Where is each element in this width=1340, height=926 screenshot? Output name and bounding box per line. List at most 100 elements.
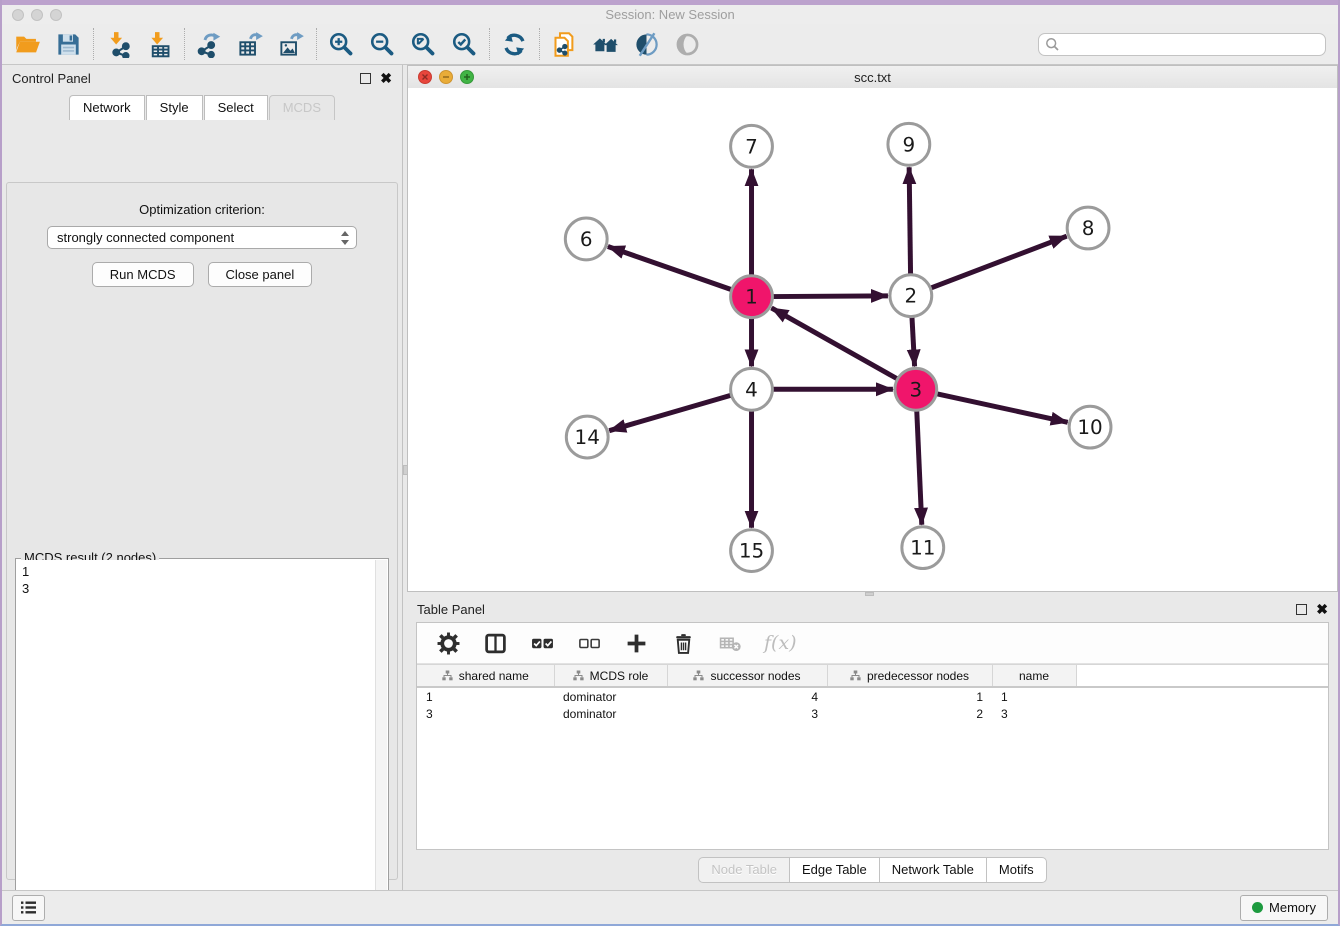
vizmapper-icon[interactable] xyxy=(633,31,660,58)
import-table-icon[interactable] xyxy=(146,31,173,58)
task-list-icon xyxy=(20,900,37,915)
toolbar-separator xyxy=(489,28,490,60)
status-bar: Memory xyxy=(2,890,1338,924)
cell-successor-nodes[interactable]: 3 xyxy=(667,705,827,722)
edge-2-9[interactable] xyxy=(909,167,910,275)
task-history-button[interactable] xyxy=(12,895,45,921)
node-label-10: 10 xyxy=(1077,416,1102,439)
table-panel-title: Table Panel xyxy=(417,602,485,617)
table-panel: Table Panel ✖ xyxy=(407,596,1338,890)
first-neighbors-icon[interactable] xyxy=(592,31,619,58)
tab-select[interactable]: Select xyxy=(204,95,268,120)
tab-node-table[interactable]: Node Table xyxy=(698,857,789,883)
cell-predecessor-nodes[interactable]: 1 xyxy=(827,687,992,705)
tab-edge-table[interactable]: Edge Table xyxy=(789,857,879,883)
node-table: shared nameMCDS role successor nodes prede… xyxy=(417,664,1328,722)
edge-2-8[interactable] xyxy=(930,236,1066,288)
cell-mcds-role[interactable]: dominator xyxy=(554,687,667,705)
cell-name[interactable]: 3 xyxy=(992,705,1076,722)
zoom-fit-icon[interactable] xyxy=(410,31,437,58)
node-label-4: 4 xyxy=(745,378,758,401)
deselect-all-icon[interactable] xyxy=(576,630,603,657)
column-header-shared-name[interactable]: shared name xyxy=(417,665,554,688)
memory-button[interactable]: Memory xyxy=(1240,895,1328,921)
column-header-mcds-role[interactable]: MCDS role xyxy=(554,665,667,688)
gear-icon[interactable] xyxy=(435,630,462,657)
add-icon[interactable] xyxy=(623,630,650,657)
tab-network[interactable]: Network xyxy=(69,95,145,120)
float-panel-icon[interactable] xyxy=(360,73,371,84)
cell-predecessor-nodes[interactable]: 2 xyxy=(827,705,992,722)
zoom-in-icon[interactable] xyxy=(328,31,355,58)
node-label-8: 8 xyxy=(1082,217,1095,240)
column-sort-icon xyxy=(573,670,584,681)
cell-successor-nodes[interactable]: 4 xyxy=(667,687,827,705)
app-window: Session: New Session xyxy=(0,0,1340,926)
node-label-14: 14 xyxy=(575,426,600,449)
node-label-2: 2 xyxy=(904,285,917,308)
refresh-icon[interactable] xyxy=(501,31,528,58)
import-network-icon[interactable] xyxy=(105,31,132,58)
columns-icon[interactable] xyxy=(482,630,509,657)
column-label: successor nodes xyxy=(710,669,800,683)
node-label-9: 9 xyxy=(903,133,916,156)
save-session-icon[interactable] xyxy=(55,31,82,58)
criterion-select[interactable]: strongly connected component xyxy=(47,226,357,249)
edge-1-2[interactable] xyxy=(772,296,888,297)
network-canvas[interactable]: 7968124314101511 xyxy=(408,88,1337,591)
cell-name[interactable]: 1 xyxy=(992,687,1076,705)
main-titlebar: Session: New Session xyxy=(2,5,1338,24)
zoom-out-icon[interactable] xyxy=(369,31,396,58)
window-title: Session: New Session xyxy=(2,7,1338,22)
export-table-icon[interactable] xyxy=(237,31,264,58)
search-input[interactable] xyxy=(1038,33,1326,56)
search-icon xyxy=(1045,37,1060,52)
node-label-15: 15 xyxy=(739,540,764,563)
export-network-icon[interactable] xyxy=(196,31,223,58)
edge-2-3[interactable] xyxy=(912,317,915,367)
toolbar-separator xyxy=(316,28,317,60)
column-header-name[interactable]: name xyxy=(992,665,1076,688)
network-canvas-svg[interactable]: 7968124314101511 xyxy=(408,88,1337,591)
column-header-predecessor-nodes[interactable]: predecessor nodes xyxy=(827,665,992,688)
optimization-criterion-label: Optimization criterion: xyxy=(7,202,397,217)
cell-mcds-role[interactable]: dominator xyxy=(554,705,667,722)
tab-network-table[interactable]: Network Table xyxy=(879,857,986,883)
trash-icon[interactable] xyxy=(670,630,697,657)
network-window-titlebar[interactable]: scc.txt xyxy=(408,66,1337,89)
table-row[interactable]: 1dominator411 xyxy=(417,687,1328,705)
edge-3-1[interactable] xyxy=(771,308,897,379)
close-panel-icon[interactable]: ✖ xyxy=(380,73,392,83)
duplicate-network-icon[interactable] xyxy=(551,31,578,58)
column-header-successor-nodes[interactable]: successor nodes xyxy=(667,665,827,688)
mcds-result-list[interactable]: 13 xyxy=(17,560,376,926)
close-panel-button[interactable]: Close panel xyxy=(208,262,313,287)
control-panel: Control Panel ✖ NetworkStyleSelectMCDS O… xyxy=(2,65,402,890)
close-panel-icon[interactable]: ✖ xyxy=(1316,604,1328,614)
tab-style[interactable]: Style xyxy=(146,95,203,120)
tab-motifs[interactable]: Motifs xyxy=(986,857,1047,883)
open-file-icon[interactable] xyxy=(14,31,41,58)
edge-4-14[interactable] xyxy=(609,395,731,431)
node-label-7: 7 xyxy=(745,135,758,158)
column-label: predecessor nodes xyxy=(867,669,969,683)
tab-mcds[interactable]: MCDS xyxy=(269,95,335,120)
export-image-icon[interactable] xyxy=(278,31,305,58)
cell-shared-name[interactable]: 3 xyxy=(417,705,554,722)
table-row[interactable]: 3dominator323 xyxy=(417,705,1328,722)
result-scrollbar[interactable] xyxy=(375,560,387,926)
node-label-11: 11 xyxy=(910,537,935,560)
edge-3-10[interactable] xyxy=(936,394,1067,423)
select-stepper-icon xyxy=(340,230,350,246)
column-sort-icon xyxy=(442,670,453,681)
select-all-icon[interactable] xyxy=(529,630,556,657)
cell-shared-name[interactable]: 1 xyxy=(417,687,554,705)
float-panel-icon[interactable] xyxy=(1296,604,1307,615)
cell-filler xyxy=(1076,705,1328,722)
edge-3-11[interactable] xyxy=(917,410,922,525)
delete-table-icon xyxy=(717,630,744,657)
node-label-6: 6 xyxy=(580,228,593,251)
edge-1-6[interactable] xyxy=(608,246,732,289)
zoom-selected-icon[interactable] xyxy=(451,31,478,58)
run-mcds-button[interactable]: Run MCDS xyxy=(92,262,194,287)
